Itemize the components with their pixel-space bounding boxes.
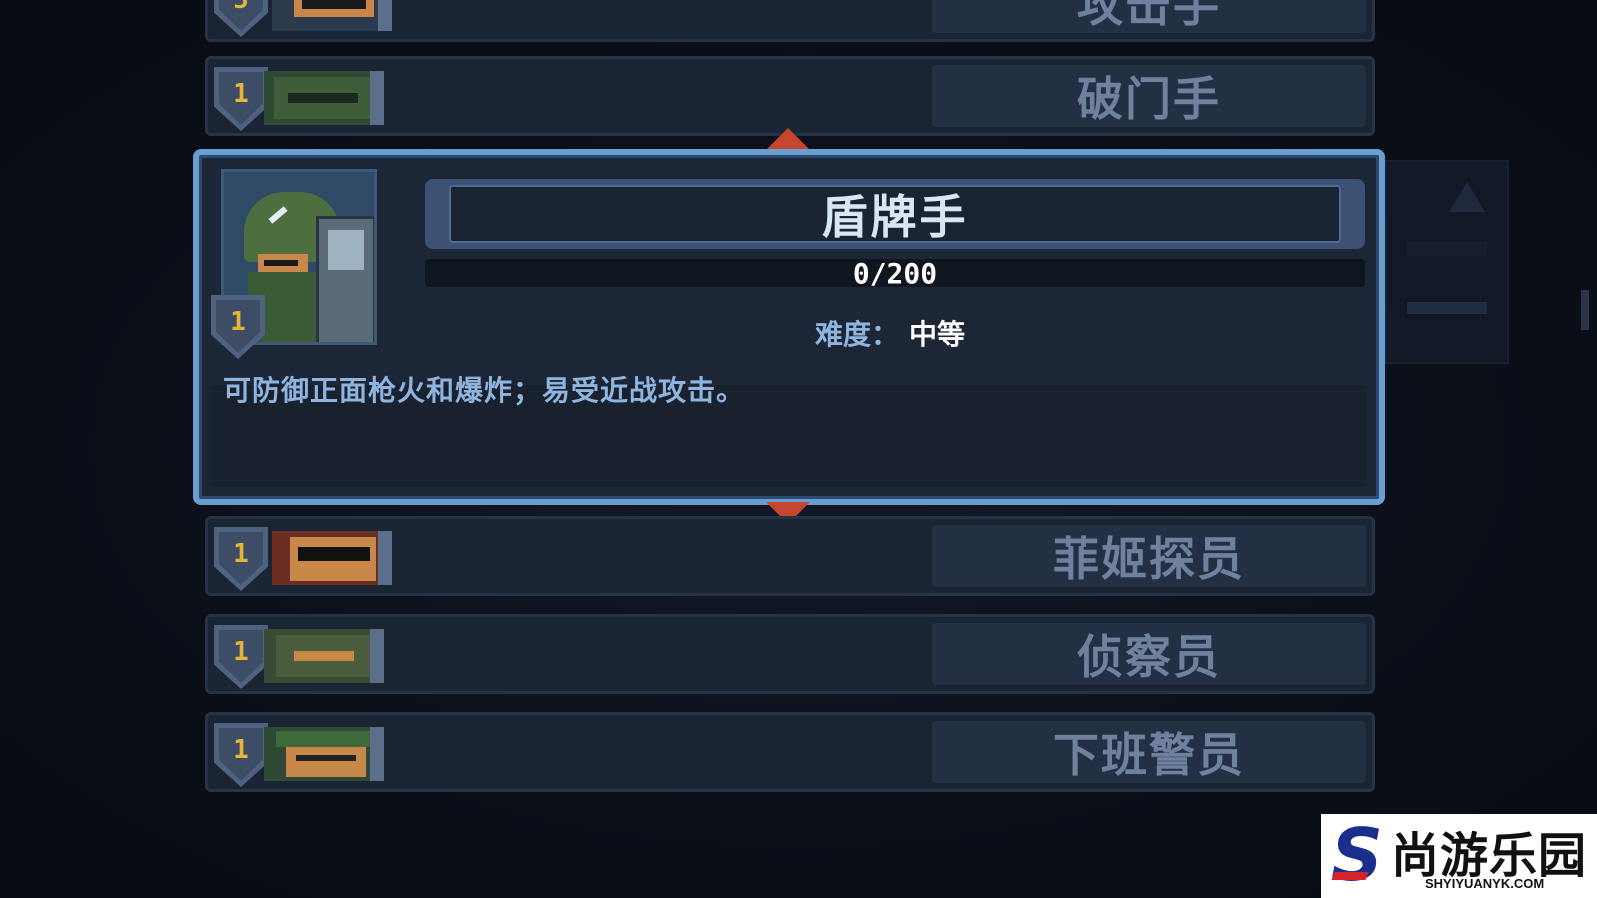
progress-text: 0/200 bbox=[852, 256, 938, 290]
character-name: 菲姬探员 bbox=[932, 525, 1366, 587]
character-description: 可防御正面枪火和爆炸；易受近战攻击。 bbox=[223, 374, 746, 407]
level-shield-icon: 1 bbox=[214, 67, 268, 131]
difficulty-label: 难度： bbox=[815, 318, 900, 351]
character-title-bar: 盾牌手 bbox=[425, 179, 1365, 249]
level-shield-icon: 1 bbox=[214, 527, 268, 591]
list-item-row[interactable]: 5 攻击手 bbox=[205, 0, 1375, 42]
unlock-progress-bar: 0/200 bbox=[425, 256, 1365, 290]
selected-character-panel: 1 盾牌手 0/200 难度： 中等 可防御正面枪火和爆炸；易受近战攻击。 bbox=[193, 149, 1385, 505]
level-shield-icon: 1 bbox=[211, 295, 265, 359]
selected-character-name: 盾牌手 bbox=[449, 185, 1341, 244]
level-shield-icon: 5 bbox=[214, 0, 268, 37]
character-name: 侦察员 bbox=[932, 623, 1366, 685]
background-bar bbox=[1407, 242, 1487, 256]
background-strip bbox=[1581, 290, 1589, 330]
difficulty: 难度： 中等 bbox=[815, 313, 965, 353]
list-item-row[interactable]: 1 菲姬探员 bbox=[205, 516, 1375, 596]
watermark-logo: S 尚游乐园 SHYIYUANYK.COM bbox=[1321, 814, 1597, 898]
background-bar bbox=[1407, 302, 1487, 314]
scroll-up-arrow-icon[interactable] bbox=[766, 128, 810, 150]
character-portrait bbox=[264, 727, 384, 781]
character-portrait bbox=[264, 71, 384, 125]
character-portrait bbox=[272, 0, 392, 31]
level-shield-icon: 1 bbox=[214, 625, 268, 689]
list-item-row[interactable]: 1 破门手 bbox=[205, 56, 1375, 136]
difficulty-value: 中等 bbox=[909, 318, 966, 351]
character-name: 破门手 bbox=[932, 65, 1366, 127]
game-screen: 5 攻击手 1 破门手 1 盾牌手 0/200 难度： 中等 可防御正面枪火和爆… bbox=[0, 0, 1597, 898]
list-item-row[interactable]: 1 下班警员 bbox=[205, 712, 1375, 792]
background-triangle-icon bbox=[1449, 182, 1485, 212]
level-shield-icon: 1 bbox=[214, 723, 268, 787]
character-portrait bbox=[264, 629, 384, 683]
background-panel bbox=[1385, 160, 1509, 364]
list-item-row[interactable]: 1 侦察员 bbox=[205, 614, 1375, 694]
watermark-url: SHYIYUANYK.COM bbox=[1425, 876, 1545, 891]
s-logo-icon: S bbox=[1329, 819, 1385, 891]
character-portrait bbox=[272, 531, 392, 585]
character-name: 攻击手 bbox=[932, 0, 1366, 33]
character-name: 下班警员 bbox=[932, 721, 1366, 783]
